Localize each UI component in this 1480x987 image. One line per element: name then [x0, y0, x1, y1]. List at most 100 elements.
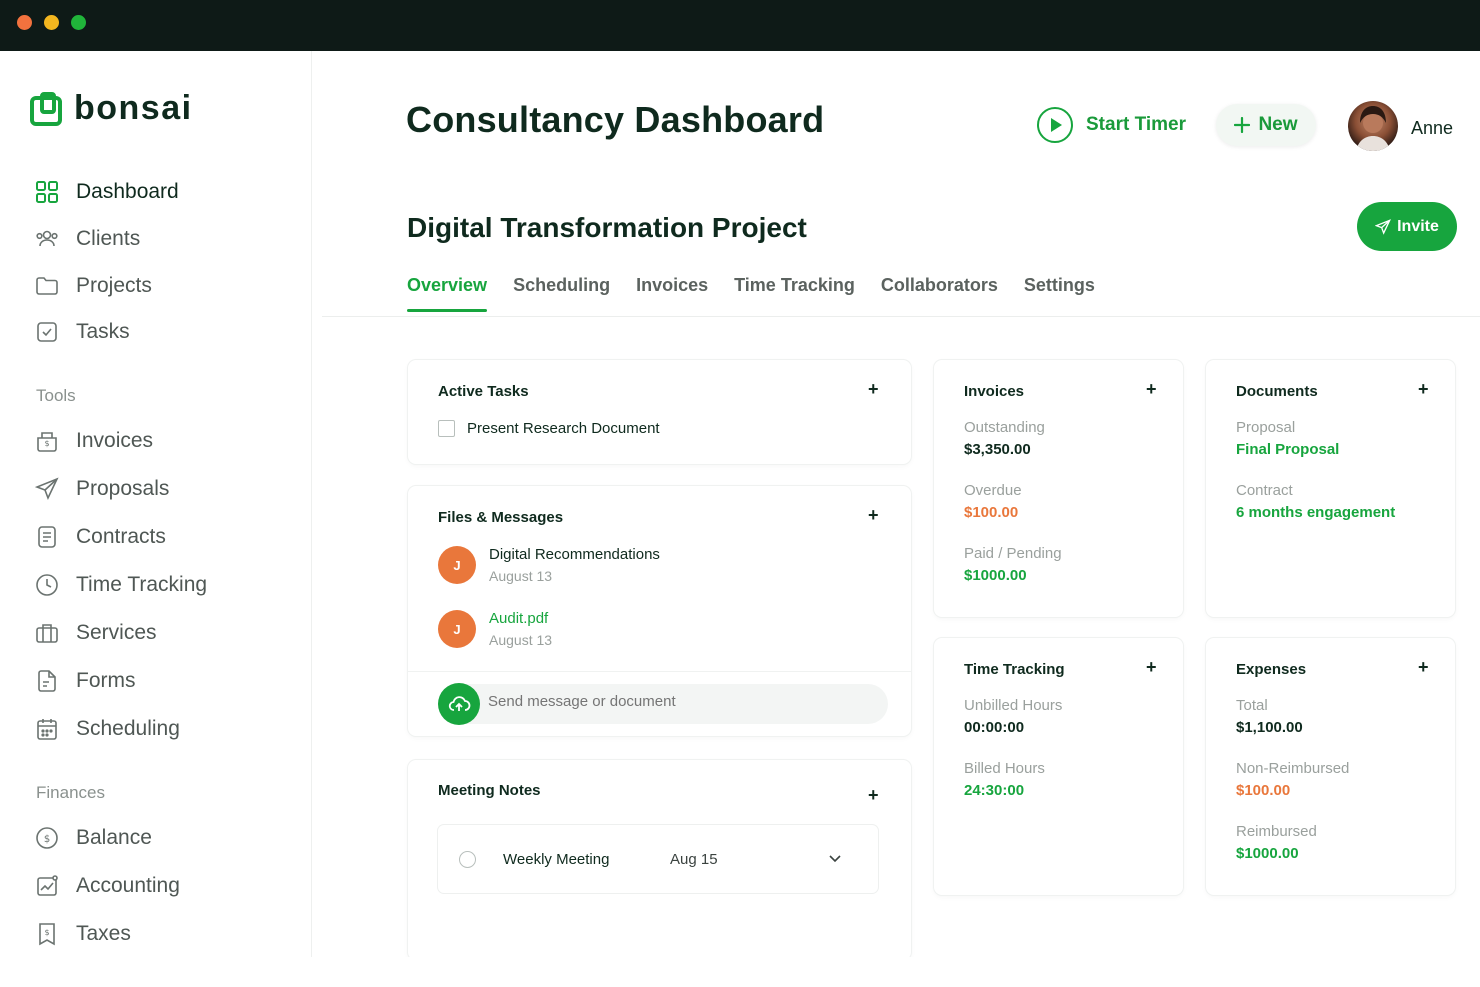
- briefcase-icon: [34, 620, 60, 646]
- task-checkbox[interactable]: [438, 420, 455, 437]
- svg-text:$: $: [44, 928, 49, 937]
- form-icon: [34, 668, 60, 694]
- total-value: $1,100.00: [1236, 719, 1303, 736]
- sidebar-item-label: Services: [76, 621, 157, 644]
- meeting-radio[interactable]: [459, 851, 476, 868]
- maximize-window-button[interactable]: [71, 15, 86, 30]
- add-meeting-note-button[interactable]: +: [868, 785, 879, 806]
- grid-icon: [34, 179, 60, 205]
- invoices-title: Invoices: [964, 383, 1025, 400]
- task-label[interactable]: Present Research Document: [467, 420, 660, 437]
- reimbursed-value: $1000.00: [1236, 845, 1299, 862]
- add-expense-button[interactable]: +: [1418, 657, 1429, 678]
- tab-settings[interactable]: Settings: [1024, 275, 1095, 310]
- file-link[interactable]: Audit.pdf: [489, 610, 548, 627]
- project-title: Digital Transformation Project: [407, 212, 807, 243]
- sidebar-item-label: Accounting: [76, 874, 180, 897]
- message-date: August 13: [489, 568, 553, 584]
- message-input[interactable]: [488, 693, 868, 710]
- outstanding-label: Outstanding: [964, 419, 1045, 436]
- sidebar-item-tasks[interactable]: Tasks: [34, 316, 130, 348]
- sidebar-item-label: Projects: [76, 274, 152, 297]
- invoice-icon: $: [34, 428, 60, 454]
- tab-overview[interactable]: Overview: [407, 275, 488, 312]
- svg-text:$: $: [44, 439, 49, 448]
- sidebar-item-label: Balance: [76, 826, 152, 849]
- upload-button[interactable]: [438, 683, 480, 725]
- active-tasks-card: [408, 360, 911, 464]
- check-square-icon: [34, 319, 60, 345]
- sidebar-item-label: Contracts: [76, 525, 166, 548]
- add-document-button[interactable]: +: [1418, 379, 1429, 400]
- window-titlebar: [0, 0, 1480, 51]
- receipt-icon: $: [34, 921, 60, 947]
- invite-button[interactable]: Invite: [1357, 202, 1457, 251]
- paid-pending-label: Paid / Pending: [964, 545, 1062, 562]
- sidebar-item-accounting[interactable]: Accounting: [34, 870, 180, 902]
- active-tasks-title: Active Tasks: [438, 383, 529, 400]
- tab-invoices[interactable]: Invoices: [636, 275, 708, 310]
- tab-time-tracking[interactable]: Time Tracking: [734, 275, 855, 310]
- proposal-label: Proposal: [1236, 419, 1296, 436]
- add-time-entry-button[interactable]: +: [1146, 657, 1157, 678]
- add-task-button[interactable]: +: [868, 379, 879, 400]
- files-messages-title: Files & Messages: [438, 509, 564, 526]
- avatar: J: [438, 546, 476, 584]
- contract-link[interactable]: 6 months engagement: [1236, 504, 1395, 521]
- send-icon: [34, 476, 60, 502]
- page-title: Consultancy Dashboard: [406, 99, 825, 140]
- bonsai-logo[interactable]: bonsai: [30, 89, 193, 128]
- new-button[interactable]: New: [1216, 104, 1316, 146]
- sidebar-item-dashboard[interactable]: Dashboard: [34, 176, 179, 208]
- total-label: Total: [1236, 697, 1268, 714]
- sidebar-item-clients[interactable]: Clients: [34, 223, 140, 255]
- tab-scheduling[interactable]: Scheduling: [513, 275, 610, 310]
- chart-line-icon: [34, 873, 60, 899]
- users-icon: [34, 226, 60, 252]
- sidebar-item-label: Dashboard: [76, 180, 179, 203]
- expenses-title: Expenses: [1236, 661, 1307, 678]
- play-icon: [1037, 107, 1073, 143]
- sidebar-item-label: Clients: [76, 227, 141, 250]
- sidebar-item-time-tracking[interactable]: Time Tracking: [34, 569, 207, 601]
- add-invoice-button[interactable]: +: [1146, 379, 1157, 400]
- bonsai-logo-icon: [30, 91, 62, 126]
- chevron-down-icon[interactable]: [828, 854, 842, 864]
- proposal-link[interactable]: Final Proposal: [1236, 441, 1339, 458]
- billed-hours-value: 24:30:00: [964, 782, 1025, 799]
- start-timer-button[interactable]: Start Timer: [1036, 106, 1186, 144]
- new-button-label: New: [1258, 114, 1298, 135]
- sidebar-item-balance[interactable]: $ Balance: [34, 822, 152, 854]
- close-window-button[interactable]: [17, 15, 32, 30]
- main-content: Consultancy Dashboard Start Timer New An…: [312, 51, 1480, 957]
- sidebar-item-forms[interactable]: Forms: [34, 665, 136, 697]
- overdue-label: Overdue: [964, 482, 1022, 499]
- document-icon: [34, 524, 60, 550]
- sidebar-item-contracts[interactable]: Contracts: [34, 521, 166, 553]
- sidebar-section-finances: Finances: [36, 783, 105, 802]
- message-date: August 13: [489, 632, 553, 648]
- sidebar-item-label: Tasks: [76, 320, 130, 343]
- sidebar-item-proposals[interactable]: Proposals: [34, 473, 169, 505]
- tab-collaborators[interactable]: Collaborators: [881, 275, 998, 310]
- app-window: bonsai Dashboard Clients Projects Tasks …: [0, 51, 1480, 957]
- sidebar-item-taxes[interactable]: $ Taxes: [34, 918, 131, 950]
- sidebar-item-label: Time Tracking: [76, 573, 208, 596]
- unbilled-hours-value: 00:00:00: [964, 719, 1025, 736]
- meeting-name: Weekly Meeting: [503, 851, 610, 868]
- svg-text:$: $: [44, 834, 50, 845]
- sidebar-item-services[interactable]: Services: [34, 617, 157, 649]
- sidebar-item-projects[interactable]: Projects: [34, 270, 152, 302]
- non-reimbursed-label: Non-Reimbursed: [1236, 760, 1350, 777]
- sidebar-item-scheduling[interactable]: Scheduling: [34, 713, 180, 745]
- meeting-date: Aug 15: [670, 851, 718, 868]
- minimize-window-button[interactable]: [44, 15, 59, 30]
- avatar[interactable]: [1348, 101, 1398, 151]
- plus-icon: [1234, 117, 1251, 133]
- sidebar-section-tools: Tools: [36, 386, 76, 405]
- user-name[interactable]: Anne: [1411, 118, 1453, 139]
- contract-label: Contract: [1236, 482, 1293, 499]
- add-file-button[interactable]: +: [868, 505, 879, 526]
- sidebar-item-invoices[interactable]: $ Invoices: [34, 425, 153, 457]
- message-title[interactable]: Digital Recommendations: [489, 546, 660, 563]
